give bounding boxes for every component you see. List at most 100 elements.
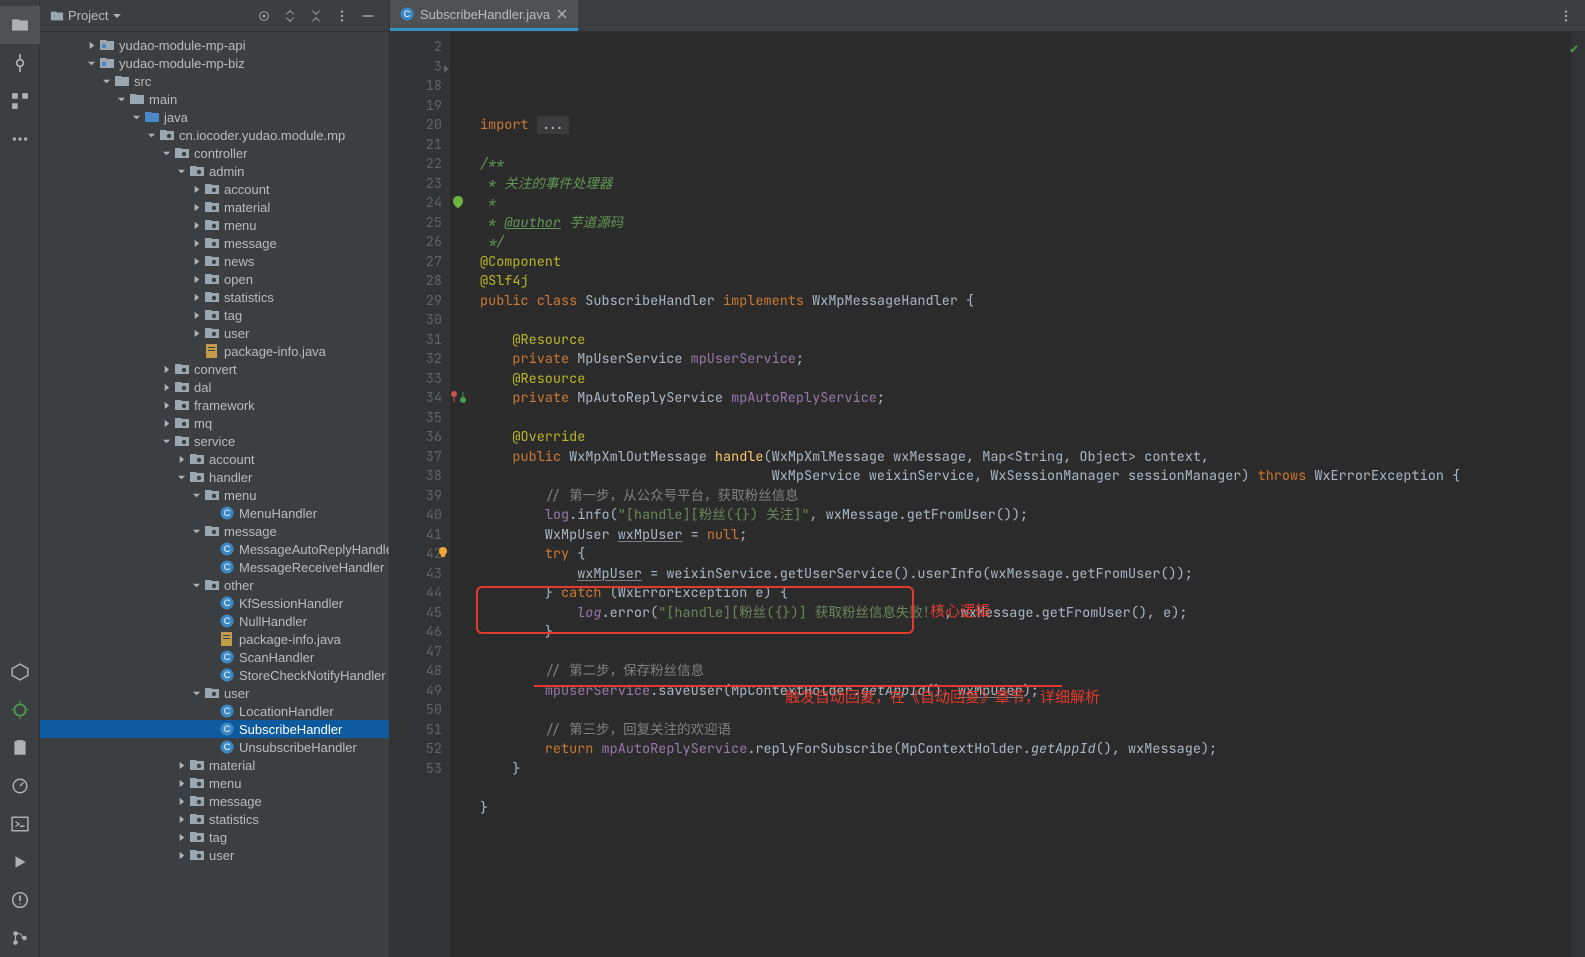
chevron-down-icon[interactable] (190, 489, 202, 501)
code-line[interactable]: @Slf4j (480, 272, 1571, 292)
code-line[interactable]: WxMpService weixinService, WxSessionMana… (480, 467, 1571, 487)
chevron-right-icon[interactable] (190, 273, 202, 285)
vcs-tool-button[interactable] (0, 919, 40, 957)
code-line[interactable]: private MpAutoReplyService mpAutoReplySe… (480, 389, 1571, 409)
chevron-right-icon[interactable] (190, 201, 202, 213)
tree-item-messageautoreplyhandler[interactable]: CMessageAutoReplyHandler (40, 540, 389, 558)
panel-options-button[interactable] (331, 5, 353, 27)
commit-tool-button[interactable] (0, 44, 40, 82)
chevron-down-icon[interactable] (175, 165, 187, 177)
tree-item-src[interactable]: src (40, 72, 389, 90)
tree-item-menuhandler[interactable]: CMenuHandler (40, 504, 389, 522)
tree-item-locationhandler[interactable]: CLocationHandler (40, 702, 389, 720)
editor-options-button[interactable] (1555, 5, 1577, 27)
code-line[interactable]: @Override (480, 428, 1571, 448)
terminal-tool-button[interactable] (0, 805, 40, 843)
profiler-tool-button[interactable] (0, 767, 40, 805)
chevron-down-icon[interactable] (112, 11, 122, 21)
code-line[interactable]: try { (480, 545, 1571, 565)
tree-item-other[interactable]: other (40, 576, 389, 594)
tree-item-cn-iocoder-yudao-module-mp[interactable]: cn.iocoder.yudao.module.mp (40, 126, 389, 144)
select-opened-file-button[interactable] (253, 5, 275, 27)
chevron-down-icon[interactable] (190, 579, 202, 591)
chevron-down-icon[interactable] (85, 57, 97, 69)
editor-tab-subscribehandler[interactable]: C SubscribeHandler.java (390, 0, 578, 31)
chevron-right-icon[interactable] (175, 759, 187, 771)
tree-item-menu[interactable]: menu (40, 486, 389, 504)
hide-panel-button[interactable] (357, 5, 379, 27)
chevron-down-icon[interactable] (175, 471, 187, 483)
tree-item-account[interactable]: account (40, 450, 389, 468)
chevron-right-icon[interactable] (175, 813, 187, 825)
chevron-right-icon[interactable] (175, 849, 187, 861)
tree-item-message[interactable]: message (40, 792, 389, 810)
tree-item-dal[interactable]: dal (40, 378, 389, 396)
tree-item-storechecknotifyhandler[interactable]: CStoreCheckNotifyHandler (40, 666, 389, 684)
tree-item-framework[interactable]: framework (40, 396, 389, 414)
debug-tool-button[interactable] (0, 691, 40, 729)
chevron-right-icon[interactable] (190, 219, 202, 231)
tree-item-yudao-module-mp-api[interactable]: yudao-module-mp-api (40, 36, 389, 54)
code-line[interactable]: private MpUserService mpUserService; (480, 350, 1571, 370)
tree-item-user[interactable]: user (40, 324, 389, 342)
tree-item-account[interactable]: account (40, 180, 389, 198)
chevron-down-icon[interactable] (160, 147, 172, 159)
tree-item-convert[interactable]: convert (40, 360, 389, 378)
tree-item-admin[interactable]: admin (40, 162, 389, 180)
code-line[interactable] (480, 311, 1571, 331)
tree-item-mq[interactable]: mq (40, 414, 389, 432)
tree-item-user[interactable]: user (40, 684, 389, 702)
code-line[interactable] (480, 643, 1571, 663)
chevron-right-icon[interactable] (160, 399, 172, 411)
chevron-down-icon[interactable] (100, 75, 112, 87)
code-line[interactable]: import ... (480, 116, 1571, 136)
code-line[interactable]: } (480, 760, 1571, 780)
code-line[interactable]: @Component (480, 253, 1571, 273)
chevron-right-icon[interactable] (175, 777, 187, 789)
chevron-right-icon[interactable] (160, 381, 172, 393)
tree-item-material[interactable]: material (40, 198, 389, 216)
code-line[interactable]: // 第三步，回复关注的欢迎语 (480, 721, 1571, 741)
code-editor[interactable]: 2318192021222324252627282930313233343536… (390, 32, 1585, 957)
code-line[interactable]: public WxMpXmlOutMessage handle(WxMpXmlM… (480, 448, 1571, 468)
tree-item-yudao-module-mp-biz[interactable]: yudao-module-mp-biz (40, 54, 389, 72)
chevron-down-icon[interactable] (115, 93, 127, 105)
chevron-right-icon[interactable] (175, 453, 187, 465)
problems-tool-button[interactable] (0, 881, 40, 919)
chevron-right-icon[interactable] (175, 831, 187, 843)
project-tree[interactable]: yudao-module-mp-apiyudao-module-mp-bizsr… (40, 32, 389, 957)
tree-item-user[interactable]: user (40, 846, 389, 864)
code-line[interactable]: // 第二步，保存粉丝信息 (480, 662, 1571, 682)
tree-item-tag[interactable]: tag (40, 828, 389, 846)
services-tool-button[interactable] (0, 653, 40, 691)
chevron-right-icon[interactable] (190, 255, 202, 267)
chevron-right-icon[interactable] (160, 363, 172, 375)
expand-all-button[interactable] (279, 5, 301, 27)
chevron-right-icon[interactable] (175, 795, 187, 807)
tree-item-menu[interactable]: menu (40, 216, 389, 234)
chevron-right-icon[interactable] (190, 291, 202, 303)
code-line[interactable] (480, 818, 1571, 838)
code-line[interactable]: wxMpUser = weixinService.getUserService(… (480, 565, 1571, 585)
tree-item-open[interactable]: open (40, 270, 389, 288)
tree-item-kfsessionhandler[interactable]: CKfSessionHandler (40, 594, 389, 612)
tree-item-messagereceivehandler[interactable]: CMessageReceiveHandler (40, 558, 389, 576)
code-line[interactable]: /** (480, 155, 1571, 175)
chevron-right-icon[interactable] (190, 237, 202, 249)
code-line[interactable] (480, 97, 1571, 117)
code-line[interactable]: WxMpUser wxMpUser = null; (480, 526, 1571, 546)
tree-item-tag[interactable]: tag (40, 306, 389, 324)
tree-item-statistics[interactable]: statistics (40, 810, 389, 828)
project-tool-button[interactable] (0, 6, 40, 44)
tree-item-statistics[interactable]: statistics (40, 288, 389, 306)
more-tool-button[interactable] (0, 120, 40, 158)
code-line[interactable] (480, 779, 1571, 799)
run-tool-button[interactable] (0, 843, 40, 881)
code-line[interactable]: @Resource (480, 370, 1571, 390)
code-line[interactable]: log.info("[handle][粉丝({}) 关注]", wxMessag… (480, 506, 1571, 526)
code-line[interactable]: * 关注的事件处理器 (480, 175, 1571, 195)
chevron-down-icon[interactable] (130, 111, 142, 123)
tree-item-scanhandler[interactable]: CScanHandler (40, 648, 389, 666)
chevron-down-icon[interactable] (145, 129, 157, 141)
structure-tool-button[interactable] (0, 82, 40, 120)
